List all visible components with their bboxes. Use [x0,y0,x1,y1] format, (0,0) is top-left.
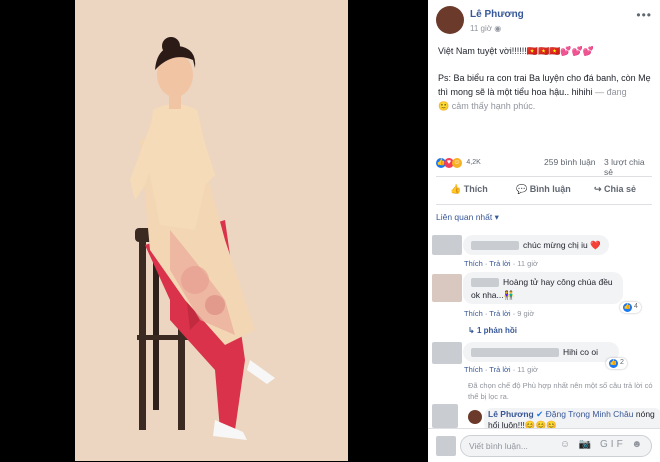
comment-reply-link[interactable]: Trả lời [489,365,510,374]
post-photo[interactable] [75,0,348,461]
globe-icon: ◉ [494,24,502,33]
feeling-text: cảm thấy hạnh phúc. [451,101,536,111]
comment-reply-link[interactable]: Trả lời [489,259,510,268]
divider [436,176,652,177]
commenter-name[interactable] [471,241,519,251]
post-text-line1: Việt Nam tuyệt vời!!!!!!🇻🇳🇻🇳🇻🇳💕💕💕 [438,44,652,58]
comment-label: Bình luận [529,184,571,194]
comment-item: Hihi co oi 👍 2 Thích · Trả lời · 11 giờ [428,340,660,380]
post-actions: 👍 Thích 💬 Bình luận ↪ Chia sẻ [436,180,654,200]
replies-label: 1 phản hồi [476,326,517,335]
post-stats: 👍 ♥ ☺ 4,2K 259 bình luận 3 lượt chia sẻ [436,155,654,177]
composer-icons[interactable]: ☺ 📷 GIF ☻ [560,439,645,450]
comment-time[interactable]: 11 giờ [517,259,538,268]
filter-notice: Đã chọn chế độ Phù hợp nhất nên một số c… [468,381,653,401]
commenter-avatar[interactable] [432,342,462,364]
author-reply-avatar[interactable] [468,410,482,424]
comment-time[interactable]: 11 giờ [517,365,538,374]
verified-icon: ✔ [536,409,544,419]
comment-bubble: Hihi co oi [463,342,619,362]
post-time[interactable]: 11 giờ [470,24,492,33]
author-name[interactable]: Lê Phương [470,9,524,20]
comment-like-count: 4 [634,303,638,310]
comment-like-link[interactable]: Thích [464,309,483,318]
comment-text: chúc mừng chị iu ❤️ [523,240,601,250]
commenter-avatar[interactable] [432,274,462,302]
comment-input-wrapper[interactable]: ☺ 📷 GIF ☻ [460,435,652,457]
comment-composer: ☺ 📷 GIF ☻ [428,428,660,462]
share-count[interactable]: 3 lượt chia sẻ [604,157,654,177]
comment-button[interactable]: 💬 Bình luận [516,184,571,195]
speech-bubble-icon: 💬 [516,184,530,194]
comment-item: Hoàng tử hay công chúa đều ok nha...👫 👍 4… [428,272,660,320]
post-text-body: Ps: Ba biểu ra con trai Ba luyện cho đá … [438,71,652,113]
more-options-icon[interactable]: ••• [636,8,652,22]
haha-reaction-icon: ☺ [452,157,462,168]
post-header: Lê Phương 11 giờ ◉ ••• [436,6,656,36]
reaction-count: 4,2K [466,158,481,166]
reply-arrow-icon: ↳ [468,326,477,335]
comment-bubble: chúc mừng chị iu ❤️ [463,235,609,255]
comment-like-count: 2 [620,359,624,366]
comment-item: chúc mừng chị iu ❤️ Thích · Trả lời · 11… [428,232,660,272]
share-label: Chia sẻ [604,184,637,194]
reply-author[interactable]: Lê Phương [488,409,534,419]
photo-viewer [0,0,428,461]
viewer-avatar [436,436,456,456]
comment-like-link[interactable]: Thích [464,365,483,374]
comment-like-link[interactable]: Thích [464,259,483,268]
like-button[interactable]: 👍 Thích [450,184,488,195]
share-arrow-icon: ↪ [594,184,605,194]
post-side-panel: Lê Phương 11 giờ ◉ ••• Việt Nam tuyệt vờ… [428,0,660,461]
like-icon: 👍 [623,303,632,312]
comment-time[interactable]: 9 giờ [517,309,534,318]
post-text: Việt Nam tuyệt vời!!!!!! [438,46,527,56]
comment-meta: Thích · Trả lời · 11 giờ [464,259,538,268]
comment-text: Hihi co oi [563,347,598,357]
comment-like-badge[interactable]: 👍 2 [606,358,627,369]
like-label: Thích [463,184,488,194]
commenter-name[interactable] [471,348,559,358]
photo-illustration [75,0,348,461]
reactions-summary[interactable]: 👍 ♥ ☺ 4,2K [436,157,481,168]
post-meta: 11 giờ ◉ [470,24,501,33]
divider [436,204,652,205]
comment-count[interactable]: 259 bình luận [544,157,596,167]
author-avatar[interactable] [436,6,464,34]
comment-reply-link[interactable]: Trả lời [489,309,510,318]
comment-meta: Thích · Trả lời · 9 giờ [464,309,535,318]
commenter-avatar[interactable] [432,235,462,255]
like-icon: 👍 [609,359,618,368]
comment-like-badge[interactable]: 👍 4 [620,302,641,313]
flag-heart-emojis: 🇻🇳🇻🇳🇻🇳💕💕💕 [526,46,595,56]
commenter-avatar[interactable] [432,404,458,428]
share-button[interactable]: ↪ Chia sẻ [594,184,636,195]
comment-meta: Thích · Trả lời · 11 giờ [464,365,538,374]
comment-bubble: Hoàng tử hay công chúa đều ok nha...👫 [463,272,623,304]
comment-item: Lê Phương ✔ Đặng Trọng Minh Châu nóng hổ… [428,404,660,432]
thumbs-up-icon: 👍 [450,184,464,194]
smile-icon: 🙂 [438,101,450,111]
view-replies-link[interactable]: ↳ 1 phản hồi [468,326,517,335]
feeling-prefix: — đang [595,87,627,97]
tagged-user[interactable]: Đặng Trọng Minh Châu [546,409,634,419]
comment-sort-dropdown[interactable]: Liên quan nhất ▾ [436,212,499,223]
commenter-name[interactable] [471,278,499,288]
